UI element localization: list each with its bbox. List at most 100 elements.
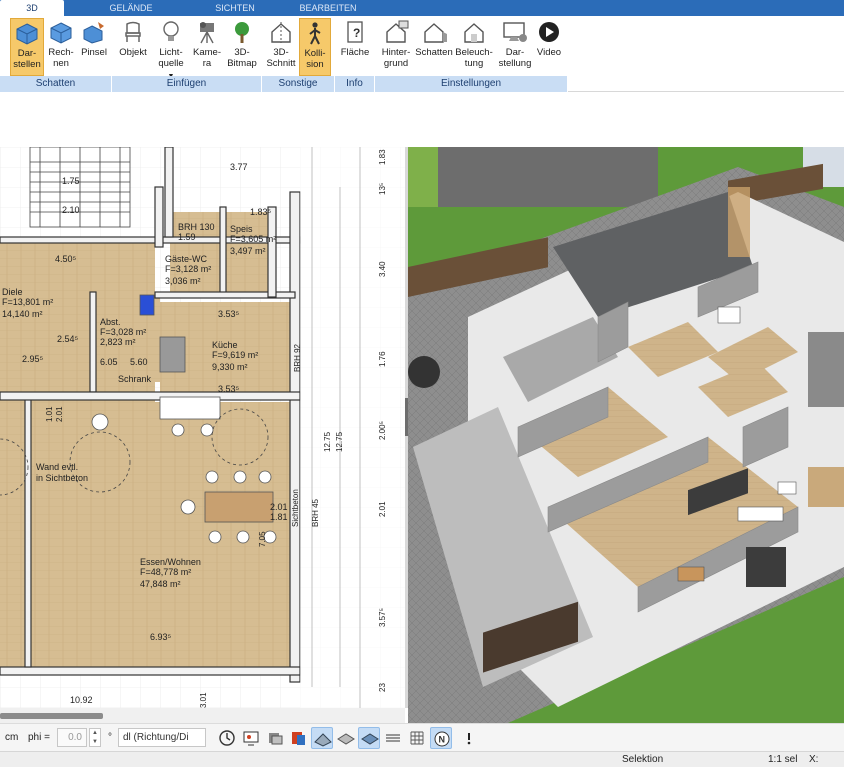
kollision-button[interactable]: Kolli-sion	[299, 18, 331, 76]
phi-input[interactable]	[57, 728, 87, 747]
house-light-icon	[464, 23, 484, 43]
pinsel-button[interactable]: Pinsel	[78, 18, 110, 76]
tab-3d[interactable]: 3D	[0, 0, 64, 16]
label-brh-92: BRH 92	[293, 343, 302, 372]
brush-cube-icon	[83, 22, 104, 44]
paint-icon[interactable]	[287, 727, 309, 749]
ruler-12-75-a: 12.75	[323, 431, 332, 452]
clock-icon[interactable]	[216, 727, 238, 749]
dim-2-10: 2.10	[62, 205, 80, 215]
room-diele-f: F=13,801 m²	[2, 297, 53, 307]
group-schatten: Schatten	[0, 76, 112, 92]
dim-5-60: 5.60	[130, 357, 148, 367]
tree-icon	[235, 22, 249, 43]
lichtquelle-button[interactable]: Licht-quelle ▼	[154, 18, 188, 80]
hintergrund-label-1: Hinter-	[381, 47, 411, 58]
dim-3-53-b: 3.53⁵	[218, 384, 240, 394]
floor-plan-view[interactable]: Diele F=13,801 m² 14,140 m² Abst. F=3,02…	[0, 147, 405, 708]
room-kueche-name: Küche	[212, 340, 238, 350]
rechnen-label-1: Rech-	[48, 47, 74, 58]
room-speis-f: F=3,605 m²	[230, 234, 276, 244]
ruler-2-01: 2.01	[378, 501, 387, 517]
group-einstellungen: Einstellungen	[375, 76, 568, 92]
plan-scroll-thumb[interactable]	[0, 713, 103, 719]
schnitt-label-2: Schnitt	[266, 58, 296, 69]
label-7-05: 7.05	[258, 531, 267, 547]
group-info: Info	[335, 76, 375, 92]
3d-view-canvas[interactable]	[408, 147, 844, 723]
wall-view-icon[interactable]	[335, 727, 357, 749]
monitor-icon[interactable]	[240, 727, 262, 749]
house-section-icon	[271, 22, 291, 43]
darstellen-button[interactable]: Dar-stellen	[10, 18, 44, 76]
3d-view[interactable]	[408, 147, 844, 723]
group-sonstige: Sonstige	[262, 76, 335, 92]
ruler-1-76: 1.76	[378, 351, 387, 367]
stack-icon[interactable]	[382, 727, 404, 749]
room-speis-name: Speis	[230, 224, 253, 234]
label-2-01: 2.01	[270, 502, 288, 512]
ruler-2-00: 2.00⁵	[378, 421, 387, 440]
beleuchtung-label-1: Beleuch-	[455, 47, 493, 58]
flaeche-button[interactable]: ? Fläche	[337, 18, 373, 76]
dim-6-05: 6.05	[100, 357, 118, 367]
ruler-1-83: 1.83	[378, 149, 387, 165]
status-selektion: Selektion	[622, 754, 664, 765]
kamera-label-1: Kame-	[193, 47, 221, 58]
more-options-icon[interactable]	[458, 727, 480, 749]
darstellen-label-2: stellen	[13, 59, 41, 70]
kamera-button[interactable]: Kame-ra	[191, 18, 223, 76]
lightbulb-icon	[163, 21, 179, 41]
north-icon[interactable]: N	[430, 727, 452, 749]
video-button[interactable]: Video	[534, 18, 564, 76]
plane-icon[interactable]	[311, 727, 333, 749]
rechnen-button[interactable]: Rech-nen	[46, 18, 76, 76]
room-essen-wohnen-f: F=48,778 m²	[140, 567, 191, 577]
chair-icon	[125, 21, 141, 42]
tab-bearbeiten[interactable]: BEARBEITEN	[290, 0, 366, 16]
tab-gelaende[interactable]: GELÄNDE	[98, 0, 164, 16]
play-icon	[539, 22, 559, 42]
label-1-59: 1.59	[178, 232, 196, 242]
bitmap-button[interactable]: 3D- Bitmap	[225, 18, 259, 76]
phi-label: phi =	[28, 732, 50, 743]
ribbon: Dar-stellen Rech-nen Pinsel Objekt Licht…	[0, 16, 844, 92]
darstellung-button[interactable]: Dar-stellung	[496, 18, 534, 76]
drawing-area-top	[0, 93, 844, 147]
schnitt-button[interactable]: 3D- Schnitt	[264, 18, 298, 76]
mode-select[interactable]: dl (Richtung/Di	[118, 728, 206, 747]
label-brh-45: BRH 45	[311, 498, 320, 527]
mode-select-value: dl (Richtung/Di	[123, 732, 189, 743]
tab-sichten[interactable]: SICHTEN	[204, 0, 266, 16]
beleuchtung-button[interactable]: Beleuch-tung	[455, 18, 493, 76]
hintergrund-button[interactable]: Hinter-grund	[377, 18, 415, 76]
unit-label: cm	[5, 732, 19, 743]
ribbon-group-bar: Schatten Einfügen Sonstige Info Einstell…	[0, 76, 844, 92]
cube-calc-icon	[50, 22, 72, 44]
layers-icon[interactable]	[264, 727, 286, 749]
label-1-01: 1.01	[45, 406, 54, 422]
group-einfuegen: Einfügen	[112, 76, 262, 92]
floor-view-icon[interactable]	[358, 727, 380, 749]
label-1-81: 1.81	[270, 512, 288, 522]
ruler-23: 23	[378, 683, 387, 692]
ruler-3-57: 3.57⁵	[378, 608, 387, 627]
status-x-coordinate: X:	[809, 754, 819, 765]
plan-horizontal-scrollbar[interactable]	[0, 708, 405, 723]
degree-label: °	[108, 732, 112, 743]
dim-2-95: 2.95⁵	[22, 354, 44, 364]
room-kueche-a: 9,330 m²	[212, 362, 248, 372]
floor-plan-canvas[interactable]: Diele F=13,801 m² 14,140 m² Abst. F=3,02…	[0, 147, 405, 708]
ruler-3-40: 3.40	[378, 261, 387, 277]
schatten-button[interactable]: Schatten	[414, 18, 454, 76]
kollision-label-2: sion	[306, 59, 324, 70]
label-3-01: 3.01	[199, 692, 208, 708]
phi-stepper[interactable]: ▲ ▼	[89, 728, 101, 747]
svg-text:?: ?	[353, 26, 360, 40]
kollision-label-1: Kolli-	[304, 48, 326, 59]
objekt-button[interactable]: Objekt	[116, 18, 150, 76]
ruler-13: 13⁵	[378, 183, 387, 195]
grid-icon[interactable]	[406, 727, 428, 749]
dim-1-83: 1.83⁵	[250, 207, 272, 217]
label-schrank: Schrank	[118, 374, 152, 384]
